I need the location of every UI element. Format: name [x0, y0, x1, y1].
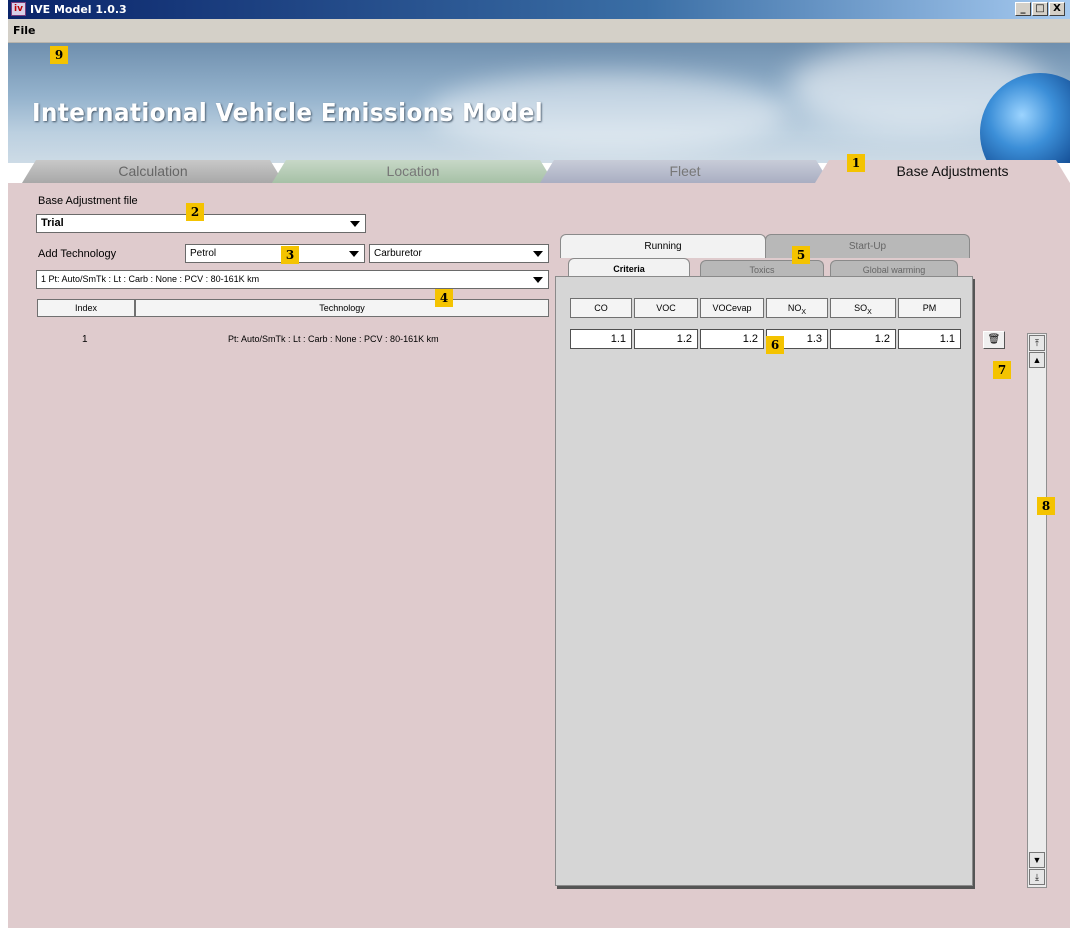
window-title: IVE Model 1.0.3: [30, 3, 127, 16]
close-button[interactable]: X: [1049, 2, 1065, 16]
tab-label: Calculation: [118, 163, 188, 179]
vertical-scrollbar[interactable]: ⤒ ▲ ▼ ⤓: [1027, 333, 1047, 888]
tab-running[interactable]: Running: [560, 234, 766, 258]
row-index[interactable]: 1: [82, 334, 88, 345]
scroll-down-icon[interactable]: ▼: [1029, 852, 1045, 868]
column-header-voc: VOC: [634, 298, 698, 318]
select-value: Trial: [41, 217, 64, 229]
column-header-co: CO: [570, 298, 632, 318]
callout-marker: 7: [993, 361, 1011, 379]
value-co[interactable]: 1.1: [570, 329, 632, 349]
select-value: Carburetor: [374, 248, 422, 259]
select-value: Petrol: [190, 248, 217, 259]
subscript: X: [867, 308, 872, 316]
tab-label: Global warming: [862, 265, 926, 275]
tab-label: Running: [644, 241, 682, 252]
column-header-index[interactable]: Index: [37, 299, 135, 317]
callout-marker: 2: [186, 203, 204, 221]
row-technology[interactable]: Pt: Auto/SmTk : Lt : Carb : None : PCV :…: [228, 334, 439, 344]
dropdown-arrow-icon: [349, 251, 359, 257]
value-pm[interactable]: 1.1: [898, 329, 961, 349]
column-header-pm: PM: [898, 298, 961, 318]
scroll-up-icon[interactable]: ▲: [1029, 352, 1045, 368]
subscript: X: [801, 308, 807, 316]
file-menu[interactable]: File: [13, 24, 36, 37]
callout-marker: 4: [435, 289, 453, 307]
scroll-top-icon[interactable]: ⤒: [1029, 335, 1045, 351]
running-criteria-panel: [555, 276, 973, 886]
delete-button[interactable]: 🗑: [983, 331, 1005, 349]
callout-marker: 6: [766, 336, 784, 354]
select-value: 1 Pt: Auto/SmTk : Lt : Carb : None : PCV…: [41, 274, 260, 284]
fuel-select[interactable]: Petrol: [185, 244, 365, 263]
technology-type-select[interactable]: Carburetor: [369, 244, 549, 263]
value-voc[interactable]: 1.2: [634, 329, 698, 349]
value-vocevap[interactable]: 1.2: [700, 329, 764, 349]
column-header-text: SO: [854, 303, 868, 313]
tab-location[interactable]: Location: [272, 160, 554, 183]
menu-bar: File: [8, 19, 1070, 43]
tab-label: Base Adjustments: [896, 163, 1009, 179]
banner: International Vehicle Emissions Model: [8, 43, 1070, 163]
dropdown-arrow-icon: [533, 251, 543, 257]
column-header-nox: NOX: [766, 298, 828, 318]
trash-icon: 🗑: [987, 334, 1001, 345]
technology-select[interactable]: 1 Pt: Auto/SmTk : Lt : Carb : None : PCV…: [36, 270, 549, 289]
title-bar: iv IVE Model 1.0.3 _ □ X: [8, 0, 1070, 19]
column-header-sox: SOX: [830, 298, 896, 318]
tab-label: Criteria: [613, 264, 645, 274]
column-header-vocevap: VOCevap: [700, 298, 764, 318]
tab-label: Location: [386, 163, 440, 179]
callout-marker: 8: [1037, 497, 1055, 515]
column-header-technology[interactable]: Technology: [135, 299, 549, 317]
maximize-button[interactable]: □: [1032, 2, 1048, 16]
callout-marker: 3: [281, 246, 299, 264]
app-heading: International Vehicle Emissions Model: [32, 98, 544, 127]
callout-marker: 5: [792, 246, 810, 264]
tab-label: Toxics: [749, 265, 775, 275]
value-sox[interactable]: 1.2: [830, 329, 896, 349]
add-technology-label: Add Technology: [38, 248, 117, 260]
base-adjustment-file-label: Base Adjustment file: [38, 195, 138, 207]
tab-fleet[interactable]: Fleet: [540, 160, 830, 183]
column-header-text: NO: [787, 303, 802, 313]
scroll-bottom-icon[interactable]: ⤓: [1029, 869, 1045, 885]
tab-calculation[interactable]: Calculation: [22, 160, 284, 183]
dropdown-arrow-icon: [350, 221, 360, 227]
callout-marker: 1: [847, 154, 865, 172]
app-icon: iv: [11, 2, 26, 16]
tab-label: Fleet: [669, 163, 701, 179]
tab-label: Start-Up: [848, 241, 887, 252]
callout-marker: 9: [50, 46, 68, 64]
minimize-button[interactable]: _: [1015, 2, 1031, 16]
dropdown-arrow-icon: [533, 277, 543, 283]
